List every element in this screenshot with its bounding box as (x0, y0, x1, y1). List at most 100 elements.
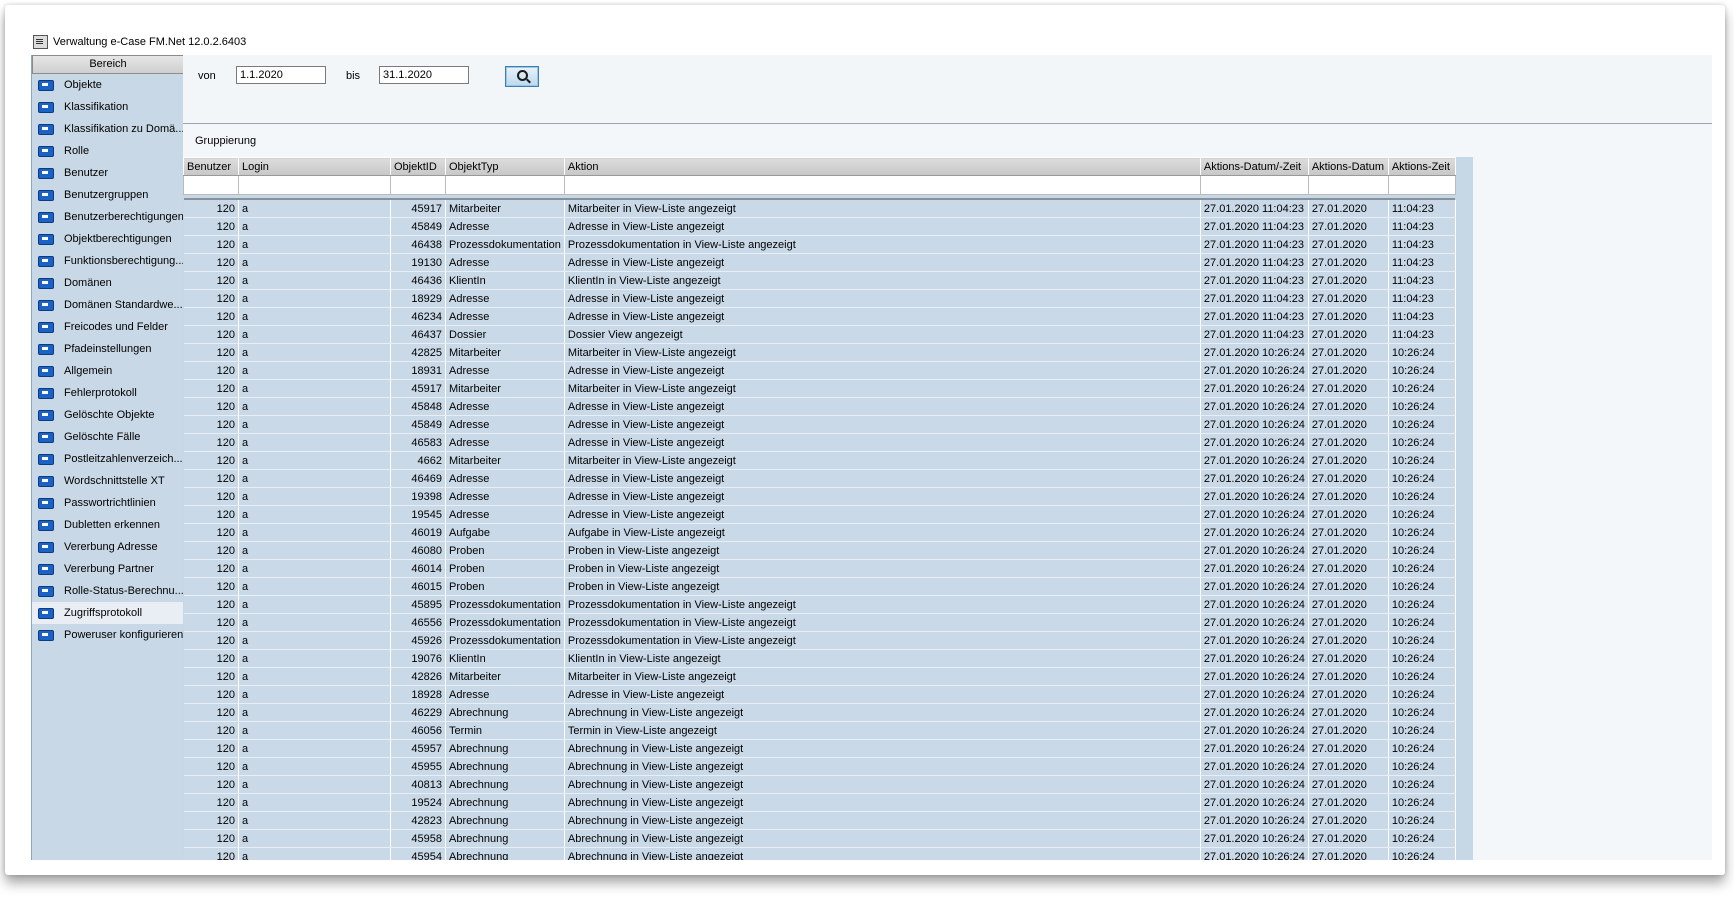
table-row[interactable]: 120 a 46556 Prozessdokumentation Prozessdoku… (183, 613, 1456, 632)
table-cell: Adresse (445, 397, 565, 416)
from-date-input[interactable] (236, 66, 326, 84)
table-row[interactable]: 120 a 19545 Adresse Adresse in View-Liste an… (183, 505, 1456, 524)
table-row[interactable]: 120 a 45958 Abrechnung Abrechnung in View-Li… (183, 829, 1456, 848)
sidebar-item[interactable]: Dubletten erkennen (32, 514, 184, 536)
table-row[interactable]: 120 a 19524 Abrechnung Abrechnung in View-Li… (183, 793, 1456, 812)
table-row[interactable]: 120 a 19130 Adresse Adresse in View-Liste an… (183, 253, 1456, 272)
table-cell: 27.01.2020 10:26:24 (1200, 361, 1309, 380)
column-header-aktions-zeit[interactable]: Aktions-Zeit (1387, 157, 1456, 176)
filter-cell[interactable] (445, 175, 565, 195)
table-row[interactable]: 120 a 46436 KlientIn KlientIn in View-Liste … (183, 271, 1456, 290)
table-row[interactable]: 120 a 46469 Adresse Adresse in View-Liste an… (183, 469, 1456, 488)
sidebar-item[interactable]: Domänen Standardwe... (32, 294, 184, 316)
table-cell: Adresse (445, 433, 565, 452)
sidebar-item[interactable]: Poweruser konfigurieren (32, 624, 184, 646)
table-row[interactable]: 120 a 46056 Termin Termin in View-Liste ange… (183, 721, 1456, 740)
to-date-input[interactable] (379, 66, 469, 84)
table-cell: a (238, 200, 391, 218)
table-row[interactable]: 120 a 42825 Mitarbeiter Mitarbeiter in View-… (183, 343, 1456, 362)
table-cell: Abrechnung (445, 775, 565, 794)
sidebar-item[interactable]: Klassifikation (32, 96, 184, 118)
sidebar-item[interactable]: Allgemein (32, 360, 184, 382)
table-row[interactable]: 120 a 45957 Abrechnung Abrechnung in View-Li… (183, 739, 1456, 758)
table-row[interactable]: 120 a 46019 Aufgabe Aufgabe in View-Liste an… (183, 523, 1456, 542)
table-row[interactable]: 120 a 18931 Adresse Adresse in View-Liste an… (183, 361, 1456, 380)
table-cell: 120 (183, 271, 239, 290)
filter-cell[interactable] (1387, 175, 1456, 195)
filter-cell[interactable] (238, 175, 391, 195)
table-row[interactable]: 120 a 19076 KlientIn KlientIn in View-Liste … (183, 649, 1456, 668)
sidebar-item[interactable]: Rolle-Status-Berechnu... (32, 580, 184, 602)
sidebar-item[interactable]: Benutzerberechtigungen (32, 206, 184, 228)
table-row[interactable]: 120 a 42826 Mitarbeiter Mitarbeiter in View-… (183, 667, 1456, 686)
sidebar-item[interactable]: Passwortrichtlinien (32, 492, 184, 514)
sidebar-item[interactable]: Gelöschte Fälle (32, 426, 184, 448)
folder-icon (38, 255, 54, 267)
sidebar-item[interactable]: Fehlerprotokoll (32, 382, 184, 404)
filter-cell[interactable] (1307, 175, 1389, 195)
filter-cell[interactable] (563, 175, 1201, 195)
column-header-objekttyp[interactable]: ObjektTyp (445, 157, 565, 176)
sidebar-item[interactable]: Klassifikation zu Domä... (32, 118, 184, 140)
sidebar-item[interactable]: Objekte (32, 74, 184, 96)
table-cell: 27.01.2020 (1308, 217, 1389, 236)
sidebar-item[interactable]: Objektberechtigungen (32, 228, 184, 250)
column-header-aktion[interactable]: Aktion (563, 157, 1201, 176)
table-row[interactable]: 120 a 45849 Adresse Adresse in View-Liste an… (183, 415, 1456, 434)
sidebar-item[interactable]: Freicodes und Felder (32, 316, 184, 338)
sidebar-item[interactable]: Benutzer (32, 162, 184, 184)
table-row[interactable]: 120 a 45917 Mitarbeiter Mitarbeiter in View-… (183, 200, 1456, 218)
table-row[interactable]: 120 a 45849 Adresse Adresse in View-Liste an… (183, 217, 1456, 236)
filter-cell[interactable] (183, 175, 239, 195)
table-row[interactable]: 120 a 46229 Abrechnung Abrechnung in View-Li… (183, 703, 1456, 722)
table-row[interactable]: 120 a 46438 Prozessdokumentation Prozessdoku… (183, 235, 1456, 254)
table-row[interactable]: 120 a 46080 Proben Proben in View-Liste ange… (183, 541, 1456, 560)
table-cell: 27.01.2020 10:26:24 (1200, 721, 1309, 740)
table-row[interactable]: 120 a 45917 Mitarbeiter Mitarbeiter in View-… (183, 379, 1456, 398)
column-header-objektid[interactable]: ObjektID (390, 157, 446, 176)
table-row[interactable]: 120 a 45848 Adresse Adresse in View-Liste an… (183, 397, 1456, 416)
table-row[interactable]: 120 a 4662 Mitarbeiter Mitarbeiter in View-L… (183, 451, 1456, 470)
table-row[interactable]: 120 a 45955 Abrechnung Abrechnung in View-Li… (183, 757, 1456, 776)
table-row[interactable]: 120 a 19398 Adresse Adresse in View-Liste an… (183, 487, 1456, 506)
sidebar-item[interactable]: Wordschnittstelle XT (32, 470, 184, 492)
table-row[interactable]: 120 a 46437 Dossier Dossier View angezeigt 27… (183, 325, 1456, 344)
column-header-aktions-datum[interactable]: Aktions-Datum (1307, 157, 1389, 176)
table-cell: Prozessdokumentation (445, 613, 565, 632)
sidebar-item[interactable]: Funktionsberechtigung... (32, 250, 184, 272)
column-header-aktions-datum-zeit[interactable]: Aktions-Datum/-Zeit (1199, 157, 1309, 176)
sidebar-item[interactable]: Zugriffsprotokoll (32, 602, 184, 624)
table-row[interactable]: 120 a 18928 Adresse Adresse in View-Liste an… (183, 685, 1456, 704)
table-row[interactable]: 120 a 46583 Adresse Adresse in View-Liste an… (183, 433, 1456, 452)
grouping-area[interactable]: Gruppierung (183, 123, 1712, 158)
table-row[interactable]: 120 a 45954 Abrechnung Abrechnung in View-Li… (183, 847, 1456, 860)
sidebar-item[interactable]: Vererbung Partner (32, 558, 184, 580)
folder-icon (38, 167, 54, 179)
table-row[interactable]: 120 a 46014 Proben Proben in View-Liste ange… (183, 559, 1456, 578)
sidebar-item[interactable]: Postleitzahlenverzeich... (32, 448, 184, 470)
table-row[interactable]: 120 a 42823 Abrechnung Abrechnung in View-Li… (183, 811, 1456, 830)
sidebar-item[interactable]: Vererbung Adresse (32, 536, 184, 558)
sidebar-item[interactable]: Domänen (32, 272, 184, 294)
table-cell: a (238, 379, 391, 398)
table-cell: 42825 (390, 343, 446, 362)
table-row[interactable]: 120 a 45895 Prozessdokumentation Prozessdoku… (183, 595, 1456, 614)
sidebar-item[interactable]: Gelöschte Objekte (32, 404, 184, 426)
table-row[interactable]: 120 a 40813 Abrechnung Abrechnung in View-Li… (183, 775, 1456, 794)
table-cell: 120 (183, 469, 239, 488)
sidebar-item[interactable]: Rolle (32, 140, 184, 162)
table-row[interactable]: 120 a 46015 Proben Proben in View-Liste ange… (183, 577, 1456, 596)
filter-cell[interactable] (390, 175, 446, 195)
table-row[interactable]: 120 a 46234 Adresse Adresse in View-Liste an… (183, 307, 1456, 326)
table-row[interactable]: 120 a 18929 Adresse Adresse in View-Liste an… (183, 289, 1456, 308)
filter-row[interactable] (183, 175, 1456, 195)
search-button[interactable] (505, 66, 539, 87)
table-cell: 18929 (390, 289, 446, 308)
column-header-login[interactable]: Login (238, 157, 391, 176)
filter-cell[interactable] (1199, 175, 1309, 195)
sidebar-item[interactable]: Pfadeinstellungen (32, 338, 184, 360)
column-header-benutzer[interactable]: Benutzer (183, 157, 239, 176)
table-cell: 120 (183, 505, 239, 524)
table-row[interactable]: 120 a 45926 Prozessdokumentation Prozessdoku… (183, 631, 1456, 650)
sidebar-item[interactable]: Benutzergruppen (32, 184, 184, 206)
